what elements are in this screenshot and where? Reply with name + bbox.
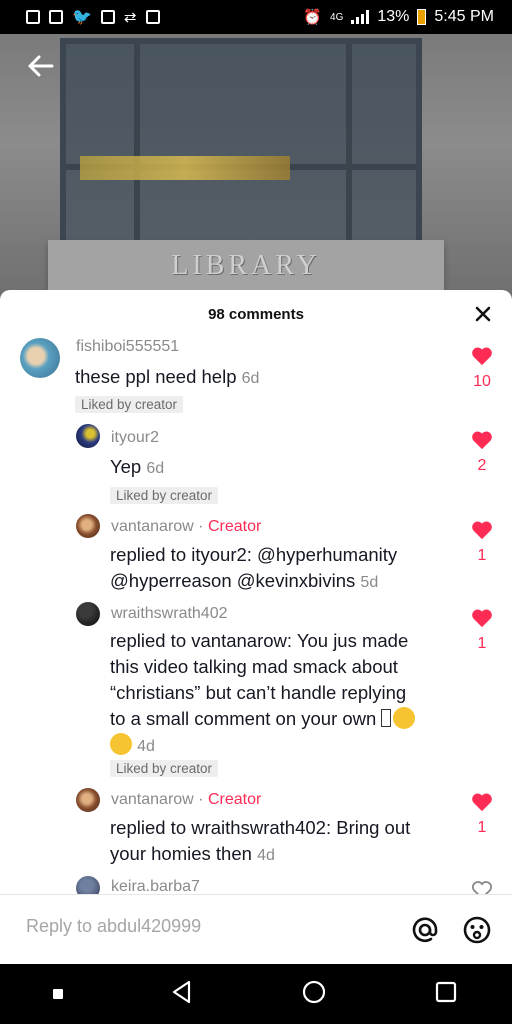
square-overview-icon: [435, 981, 457, 1002]
comment-age: 6d: [146, 460, 165, 477]
avatar[interactable]: [76, 602, 100, 626]
comment-text: Yep 6d: [110, 456, 165, 477]
system-indicators: ⏰ 4G 13% 5:45 PM: [303, 8, 494, 26]
overview-button[interactable]: [433, 979, 459, 1010]
comment-age: 5d: [360, 574, 379, 591]
comments-panel: 98 comments fishiboi555551 these ppl nee…: [0, 290, 512, 964]
alarm-icon: ⏰: [303, 9, 323, 26]
grimace-emoji-icon: [393, 707, 416, 729]
comment-username[interactable]: vantanarow · Creator: [111, 518, 261, 536]
library-window: [60, 38, 422, 260]
laughing-emoji-icon: [110, 733, 132, 755]
retweet-icon: ⇄: [123, 9, 137, 26]
liked-by-creator-badge: Liked by creator: [110, 487, 219, 504]
twitter-icon: 🐦: [72, 9, 92, 26]
at-sign-icon: [412, 917, 438, 943]
avatar[interactable]: [20, 338, 60, 378]
comment-text: replied to ityour2: @hyperhumanity @hype…: [110, 544, 398, 591]
reply-bar: [0, 894, 512, 964]
like-count: 10: [473, 373, 491, 390]
like-button[interactable]: 1: [462, 792, 502, 837]
heart-filled-icon: [472, 431, 492, 450]
status-bar: 🐦 ⇄ ⏰ 4G 13% 5:45 PM: [0, 0, 512, 34]
emoji-icon: [463, 916, 491, 944]
heart-filled-icon: [472, 521, 492, 540]
lte-icon: 4G: [330, 11, 344, 23]
avatar[interactable]: [76, 424, 100, 448]
avatar[interactable]: [76, 788, 100, 812]
creator-badge: Creator: [207, 518, 262, 535]
home-button[interactable]: [301, 979, 327, 1010]
window-light: [80, 156, 290, 180]
comment-text: these ppl need help 6d: [75, 366, 260, 387]
close-icon: [475, 306, 491, 322]
comments-header: 98 comments: [0, 290, 512, 338]
app-notification-icon: [145, 10, 160, 24]
home-circle-icon: [302, 980, 326, 1003]
comment-username[interactable]: wraithswrath402: [111, 605, 228, 623]
comment-age: 6d: [241, 370, 260, 387]
notification-icons: 🐦 ⇄: [26, 7, 160, 27]
comment-username[interactable]: vantanarow · Creator: [111, 791, 261, 809]
like-button[interactable]: 1: [462, 608, 502, 653]
signal-icon: [351, 10, 370, 24]
like-button[interactable]: 10: [462, 346, 502, 391]
like-count: 1: [477, 547, 487, 564]
like-count: 2: [477, 457, 487, 474]
clock: 5:45 PM: [434, 8, 494, 25]
like-button[interactable]: 2: [462, 430, 502, 475]
battery-percent: 13%: [377, 8, 410, 25]
back-button[interactable]: [22, 50, 58, 82]
image-icon: [100, 10, 115, 24]
triangle-back-icon: [172, 980, 191, 1003]
comment-text: replied to wraithswrath402: Bring out yo…: [110, 817, 411, 864]
comment-username[interactable]: fishiboi555551: [76, 338, 179, 356]
reply-input[interactable]: [24, 915, 388, 938]
liked-by-creator-badge: Liked by creator: [110, 760, 219, 777]
heart-filled-icon: [472, 793, 492, 812]
emoji-button[interactable]: [462, 915, 494, 947]
comment-text: replied to vantanarow: You jus made this…: [110, 628, 455, 760]
battery-icon: [417, 9, 427, 25]
comment-username[interactable]: ityour2: [111, 429, 159, 447]
recents-dot-button[interactable]: [53, 989, 63, 999]
system-nav-bar: [0, 964, 512, 1024]
like-count: 1: [477, 819, 487, 836]
missing-glyph-icon: [381, 709, 392, 727]
creator-badge: Creator: [207, 791, 262, 808]
video-background: LIBRARY: [0, 34, 512, 304]
liked-by-creator-badge: Liked by creator: [75, 396, 184, 413]
avatar[interactable]: [76, 514, 100, 538]
heart-filled-icon: [472, 609, 492, 628]
voicemail-icon: [49, 10, 63, 24]
mention-button[interactable]: [410, 915, 442, 947]
heart-filled-icon: [472, 347, 492, 366]
library-sign: LIBRARY: [48, 240, 444, 292]
close-button[interactable]: [472, 303, 494, 325]
like-button[interactable]: 1: [462, 520, 502, 565]
comment-age: 4d: [257, 847, 275, 864]
comment-age: 4d: [137, 738, 155, 755]
comments-count-title: 98 comments: [208, 305, 304, 323]
like-count: 1: [477, 635, 487, 652]
notification-icon: [26, 10, 40, 24]
arrow-left-icon: [28, 55, 54, 77]
library-sign-text: LIBRARY: [171, 250, 321, 281]
back-nav-button[interactable]: [169, 979, 195, 1010]
